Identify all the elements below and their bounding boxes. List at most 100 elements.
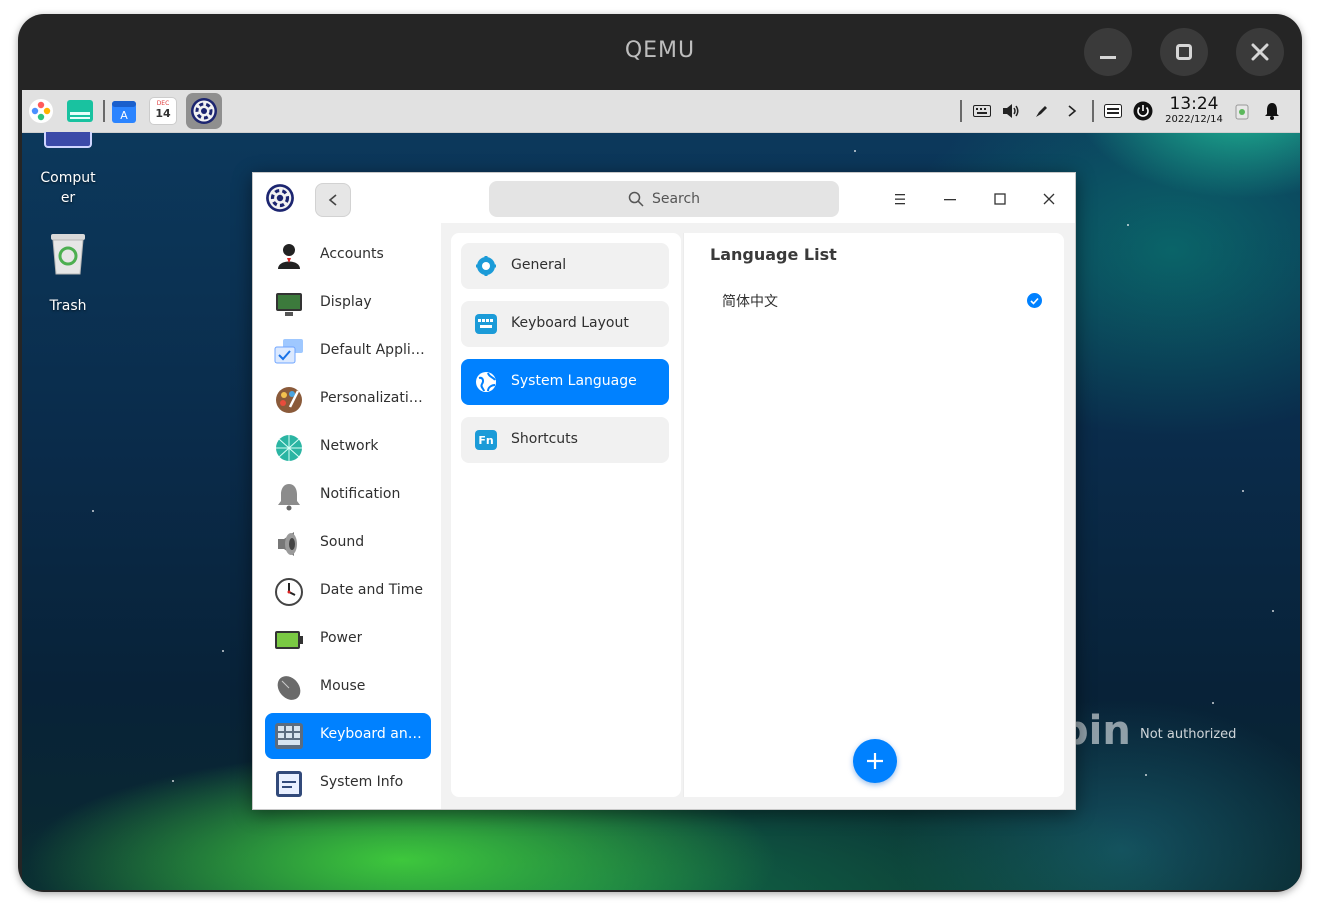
sidebar-item-display[interactable]: Display bbox=[265, 281, 431, 327]
trash-tray-button[interactable] bbox=[1231, 100, 1253, 122]
star bbox=[172, 780, 174, 782]
app-store-icon: A bbox=[112, 101, 136, 123]
sidebar-item-mouse[interactable]: Mouse bbox=[265, 665, 431, 711]
star bbox=[1242, 490, 1244, 492]
app-store-button[interactable]: A bbox=[108, 95, 140, 127]
power-icon bbox=[1133, 101, 1153, 121]
clock-icon bbox=[273, 576, 305, 608]
language-list-title: Language List bbox=[710, 245, 837, 264]
submenu-item-general[interactable]: General bbox=[461, 243, 669, 289]
sidebar-item-power[interactable]: Power bbox=[265, 617, 431, 663]
sidebar-item-default-apps[interactable]: Default Applic... bbox=[265, 329, 431, 375]
submenu-item-keyboard-layout[interactable]: Keyboard Layout bbox=[461, 301, 669, 347]
plus-icon bbox=[867, 753, 883, 769]
window-close-button[interactable] bbox=[1035, 185, 1063, 213]
onboard-keyboard-button[interactable] bbox=[1102, 100, 1124, 122]
default-apps-icon bbox=[273, 336, 305, 368]
keyboard-icon bbox=[273, 720, 305, 752]
network-icon bbox=[273, 432, 305, 464]
sound-icon bbox=[273, 528, 305, 560]
maximize-icon bbox=[1176, 44, 1192, 60]
power-button[interactable] bbox=[1132, 100, 1154, 122]
sidebar-item-label: Sound bbox=[320, 534, 365, 550]
sidebar-item-network[interactable]: Network bbox=[265, 425, 431, 471]
sidebar-item-system-info[interactable]: System Info bbox=[265, 761, 431, 807]
calendar-icon: DEC 14 bbox=[149, 97, 177, 125]
minimize-button[interactable] bbox=[1084, 28, 1132, 76]
fn-icon: Fn bbox=[475, 430, 497, 450]
volume-button[interactable] bbox=[1000, 100, 1022, 122]
search-placeholder: Search bbox=[651, 191, 701, 207]
window-maximize-button[interactable] bbox=[986, 185, 1014, 213]
submenu-item-shortcuts[interactable]: Fn Shortcuts bbox=[461, 417, 669, 463]
system-info-icon bbox=[273, 768, 305, 800]
sidebar-item-label: Date and Time bbox=[320, 582, 423, 598]
gear-icon bbox=[475, 256, 497, 276]
mouse-icon bbox=[273, 672, 305, 704]
submenu-item-system-language[interactable]: System Language bbox=[461, 359, 669, 405]
qemu-window: QEMU A DEC 14 13:24 2022/12/14 Comput er… bbox=[18, 14, 1302, 892]
language-label: 简体中文 bbox=[722, 294, 778, 310]
control-center-icon bbox=[266, 184, 294, 212]
control-center-icon bbox=[191, 98, 217, 124]
expand-tray-button[interactable] bbox=[1061, 100, 1083, 122]
search-input[interactable]: Search bbox=[489, 181, 839, 217]
sidebar-item-sound[interactable]: Sound bbox=[265, 521, 431, 567]
clock-date[interactable]: 2022/12/14 bbox=[1160, 114, 1228, 125]
globe-icon bbox=[475, 372, 497, 392]
bell-icon bbox=[1265, 103, 1279, 120]
multitask-button[interactable] bbox=[64, 95, 96, 127]
language-row[interactable]: 简体中文 bbox=[706, 285, 1042, 317]
sidebar-item-label: Accounts bbox=[320, 246, 384, 262]
notification-icon bbox=[273, 480, 305, 512]
sidebar-item-label: Network bbox=[320, 438, 379, 454]
sidebar-item-label: Personalization bbox=[320, 390, 426, 406]
calendar-month: DEC bbox=[156, 100, 170, 107]
multitask-icon bbox=[67, 100, 93, 122]
sidebar-item-notification[interactable]: Notification bbox=[265, 473, 431, 519]
back-button[interactable] bbox=[315, 183, 351, 217]
sidebar-item-keyboard[interactable]: Keyboard and ... bbox=[265, 713, 431, 759]
computer-icon bbox=[44, 132, 92, 148]
launcher-button[interactable] bbox=[25, 95, 57, 127]
sidebar-item-date-time[interactable]: Date and Time bbox=[265, 569, 431, 615]
volume-icon bbox=[1003, 104, 1019, 118]
main-menu-button[interactable] bbox=[886, 185, 914, 213]
star bbox=[1212, 702, 1214, 704]
sidebar-item-label: Mouse bbox=[320, 678, 366, 694]
clock-time[interactable]: 13:24 bbox=[1165, 94, 1223, 114]
trash-label: Trash bbox=[49, 298, 87, 314]
calendar-day: 14 bbox=[155, 107, 171, 120]
app-logo bbox=[265, 183, 295, 217]
checkmark-icon bbox=[1027, 293, 1042, 308]
keyboard-submenu: General Keyboard Layout System Language … bbox=[451, 233, 681, 797]
pen-button[interactable] bbox=[1031, 100, 1053, 122]
submenu-item-label: General bbox=[511, 257, 567, 273]
window-titlebar: Search bbox=[253, 173, 1075, 223]
sidebar-item-accounts[interactable]: Accounts bbox=[265, 233, 431, 279]
svg-text:A: A bbox=[120, 109, 128, 122]
sidebar-item-label: Power bbox=[320, 630, 363, 646]
close-icon bbox=[1251, 43, 1269, 61]
calendar-button[interactable]: DEC 14 bbox=[147, 95, 179, 127]
accounts-icon bbox=[273, 240, 305, 272]
window-minimize-button[interactable] bbox=[936, 185, 964, 213]
hamburger-icon bbox=[895, 194, 905, 205]
close-icon bbox=[1043, 193, 1055, 205]
close-button[interactable] bbox=[1236, 28, 1284, 76]
control-center-button[interactable] bbox=[186, 93, 222, 129]
star bbox=[1145, 774, 1147, 776]
taskbar: A DEC 14 13:24 2022/12/14 bbox=[22, 90, 1300, 133]
sidebar-item-label: Default Applic... bbox=[320, 342, 426, 358]
add-language-button[interactable] bbox=[853, 739, 897, 783]
computer-desktop-icon[interactable]: Comput er bbox=[28, 132, 108, 206]
tray-divider bbox=[1092, 100, 1094, 122]
sidebar-item-label: Notification bbox=[320, 486, 401, 502]
notification-center-button[interactable] bbox=[1261, 100, 1283, 122]
sidebar-item-label: System Info bbox=[320, 774, 404, 790]
guest-screen: A DEC 14 13:24 2022/12/14 Comput er Tras… bbox=[22, 90, 1300, 890]
sidebar-item-personalization[interactable]: Personalization bbox=[265, 377, 431, 423]
maximize-button[interactable] bbox=[1160, 28, 1208, 76]
keyboard-tray-button[interactable] bbox=[971, 100, 993, 122]
trash-desktop-icon[interactable]: Trash bbox=[28, 232, 108, 314]
